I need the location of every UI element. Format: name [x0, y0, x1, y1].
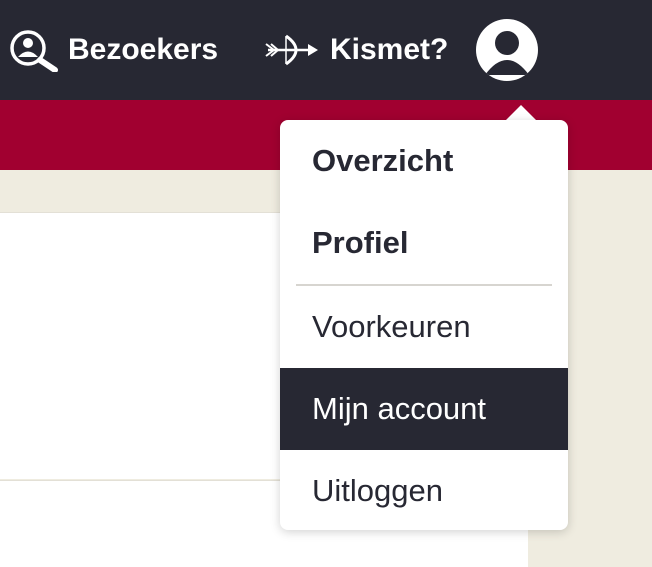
nav-visitors-label: Bezoekers [68, 33, 219, 66]
menu-item-profiel[interactable]: Profiel [280, 202, 568, 284]
menu-item-voorkeuren[interactable]: Voorkeuren [280, 286, 568, 368]
menu-item-label: Uitloggen [312, 473, 443, 508]
account-dropdown-menu: Overzicht Profiel Voorkeuren Mijn accoun… [280, 120, 568, 530]
menu-item-label: Profiel [312, 225, 409, 260]
menu-item-label: Overzicht [312, 143, 454, 178]
account-menu-button[interactable] [476, 19, 538, 81]
menu-item-label: Mijn account [312, 391, 487, 426]
menu-item-label: Voorkeuren [312, 309, 471, 344]
nav-visitors-link[interactable]: Bezoekers [8, 24, 218, 76]
bow-arrow-icon [264, 32, 320, 68]
menu-item-mijn-account[interactable]: Mijn account [280, 368, 568, 450]
menu-item-overzicht[interactable]: Overzicht [280, 120, 568, 202]
menu-item-uitloggen[interactable]: Uitloggen [280, 450, 568, 532]
dropdown-caret [505, 105, 537, 121]
nav-kismet-label: Kismet? [330, 33, 449, 66]
visitor-search-icon [8, 28, 60, 72]
nav-kismet-link[interactable]: Kismet? [264, 24, 448, 76]
